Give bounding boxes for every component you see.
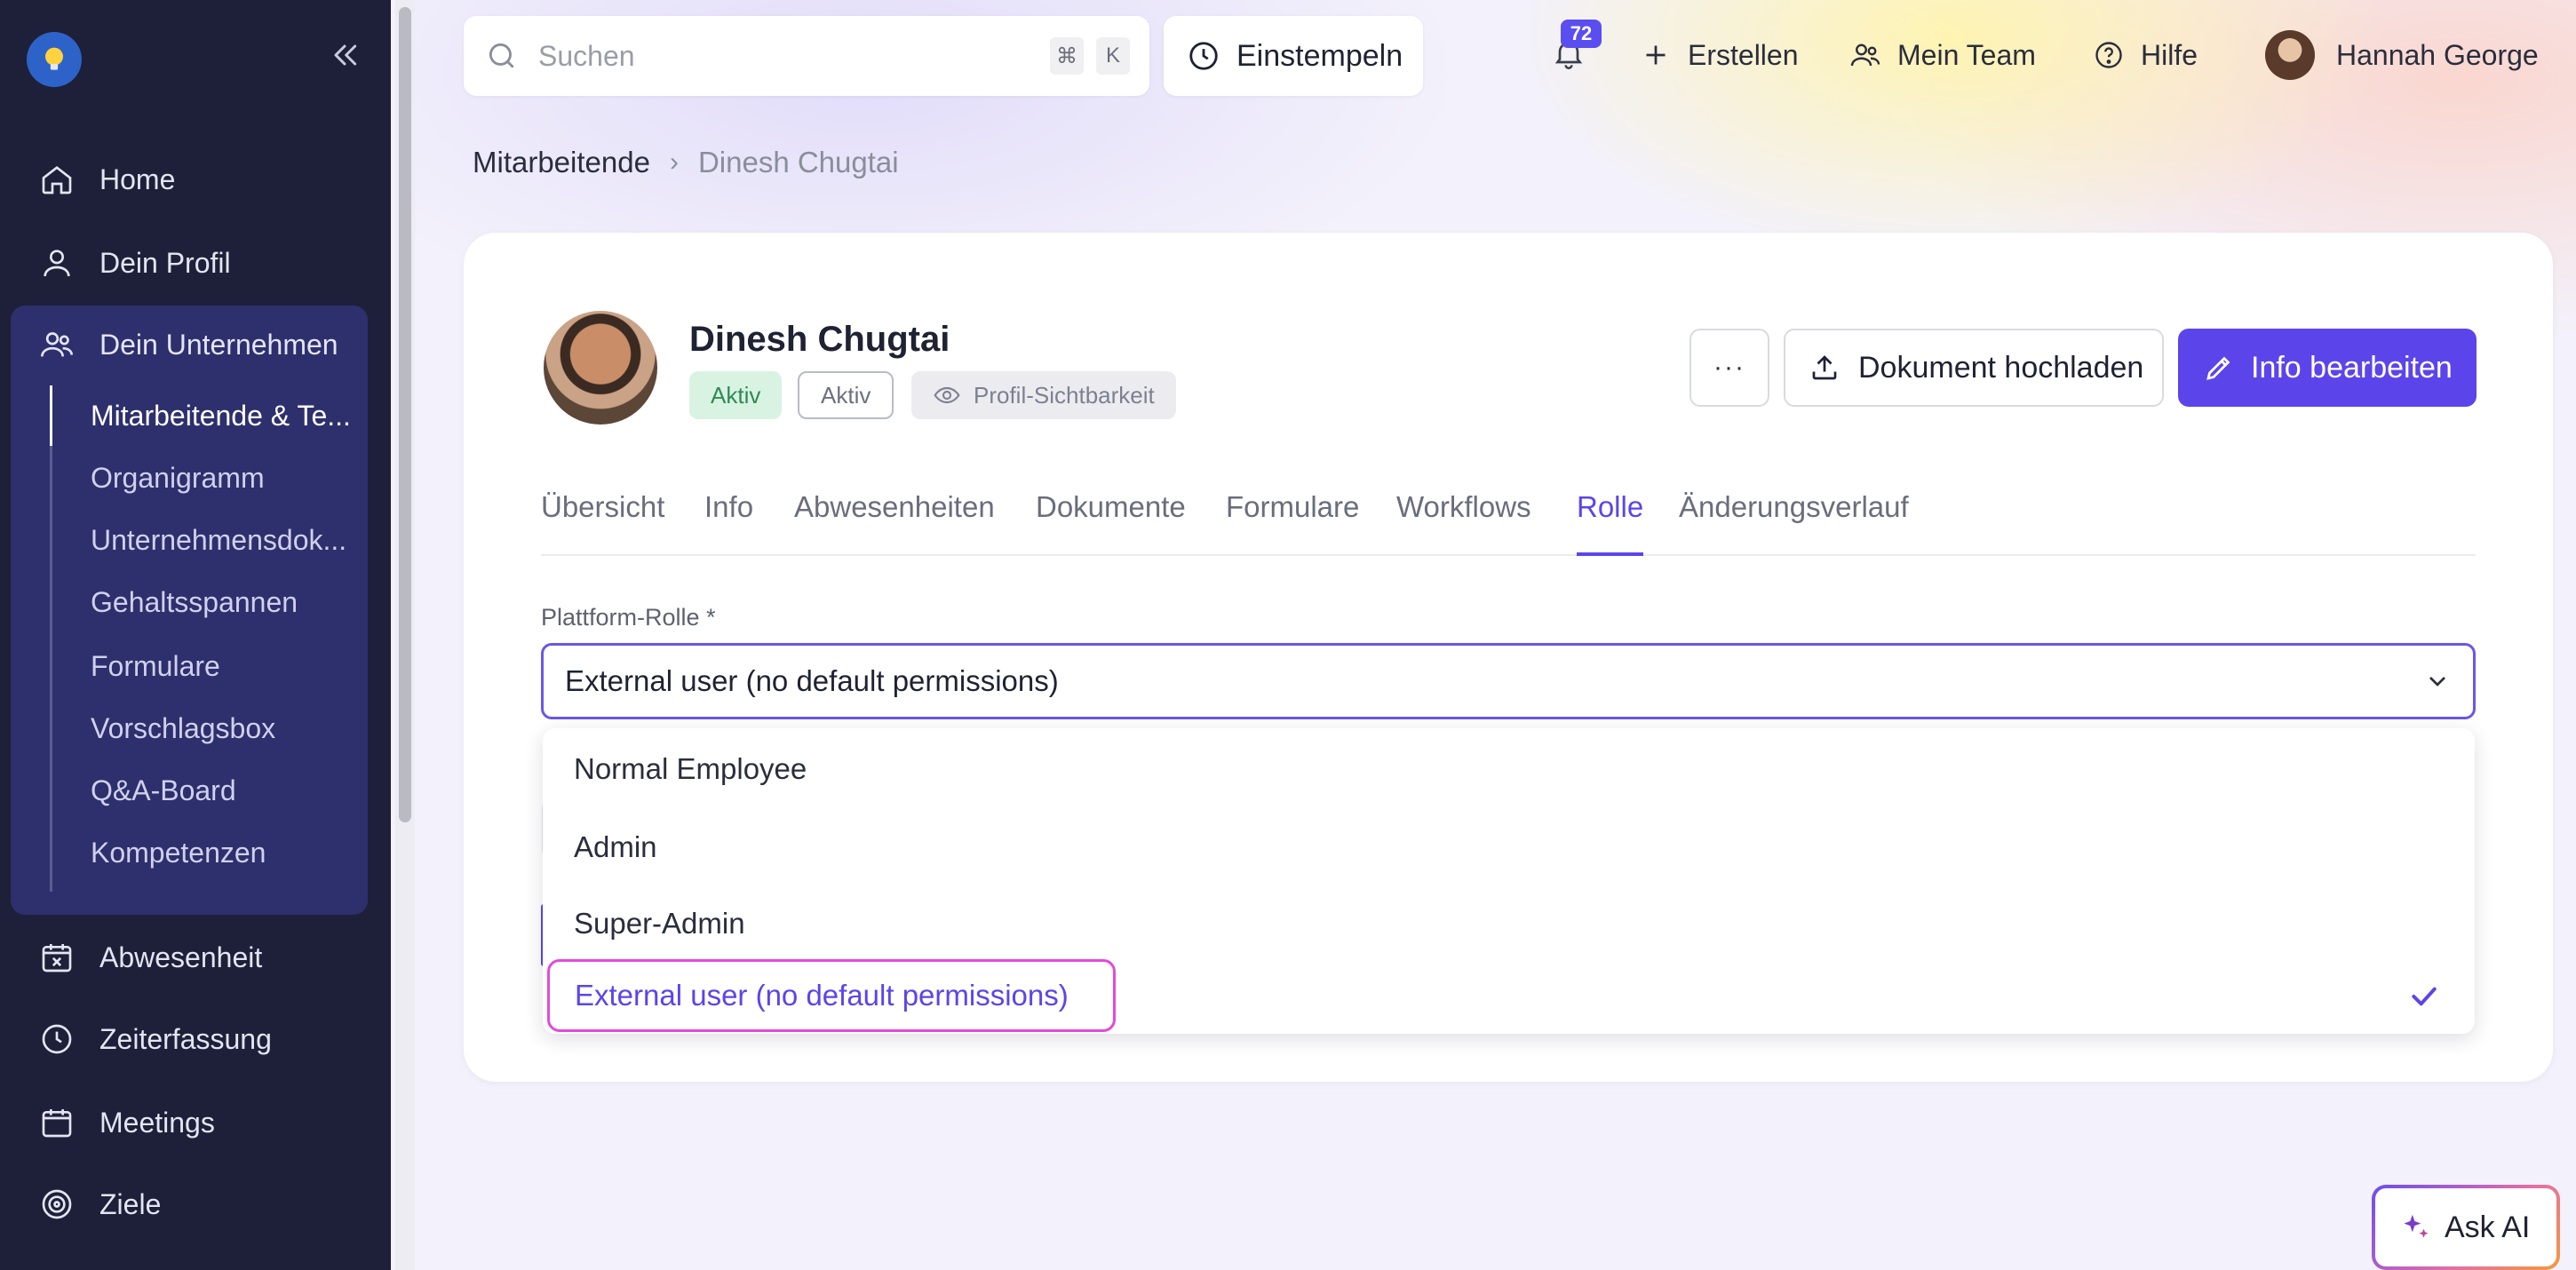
create-label: Erstellen [1688, 38, 1799, 71]
role-option-normal-employee[interactable]: Normal Employee [574, 734, 807, 805]
lightbulb-icon [45, 47, 63, 70]
sidebar-item-label: Meetings [99, 1106, 215, 1139]
tab-forms[interactable]: Formulare [1226, 483, 1359, 556]
users-icon [41, 332, 73, 357]
sidebar-subitem-company-docs[interactable]: Unternehmensdok... [91, 513, 346, 567]
help-label: Hilfe [2141, 38, 2198, 71]
sidebar-scrollbar[interactable] [395, 0, 415, 1270]
sidebar-subitem-salary-ranges[interactable]: Gehaltsspannen [91, 575, 298, 629]
employee-avatar [544, 311, 657, 425]
user-menu[interactable]: Hannah George [2336, 28, 2539, 82]
chevron-right-icon: › [669, 147, 679, 177]
my-team-label: Mein Team [1897, 38, 2036, 71]
search-icon [489, 43, 514, 68]
shortcut-k-key: K [1096, 37, 1130, 75]
check-icon [2412, 987, 2437, 1006]
user-name: Hannah George [2336, 38, 2539, 71]
clock-in-button[interactable]: Einstempeln [1164, 16, 1423, 96]
search-box[interactable]: ⌘ K [464, 16, 1149, 96]
profile-visibility-label: Profil-Sichtbarkeit [974, 381, 1155, 409]
notification-count-badge: 72 [1561, 20, 1602, 48]
tab-overview[interactable]: Übersicht [541, 483, 664, 556]
role-option-external-user[interactable]: External user (no default permissions) [547, 959, 1116, 1032]
sidebar-item-goals[interactable]: Ziele [39, 1178, 161, 1231]
collapse-sidebar-icon[interactable] [327, 37, 362, 73]
scrollbar-thumb[interactable] [399, 7, 411, 822]
sidebar-subitem-suggestion-box[interactable]: Vorschlagsbox [91, 702, 275, 755]
sidebar-item-label: Zeiterfassung [99, 1022, 272, 1055]
calendar-x-icon [42, 944, 72, 972]
sidebar-item-absence[interactable]: Abwesenheit [39, 931, 262, 984]
submenu-rail [50, 385, 52, 892]
sidebar-item-time-tracking[interactable]: Zeiterfassung [39, 1012, 272, 1066]
ask-ai-label: Ask AI [2445, 1210, 2531, 1244]
sidebar-item-label: Dein Unternehmen [99, 328, 338, 361]
role-option-super-admin[interactable]: Super-Admin [574, 888, 745, 959]
platform-role-value: External user (no default permissions) [565, 664, 1059, 697]
help-icon [2095, 42, 2122, 68]
sidebar-subitem-orgchart[interactable]: Organigramm [91, 451, 265, 504]
submenu-active-indicator [50, 385, 52, 446]
create-button[interactable]: Erstellen [1640, 28, 1799, 82]
platform-role-label: Plattform-Rolle * [541, 604, 716, 631]
upload-document-button[interactable]: Dokument hochladen [1784, 329, 2164, 407]
upload-icon [1812, 355, 1837, 380]
tab-change-history[interactable]: Änderungsverlauf [1679, 483, 1909, 556]
status-badge-outline[interactable]: Aktiv [798, 371, 894, 419]
employee-name: Dinesh Chugtai [689, 320, 950, 359]
tab-absences[interactable]: Abwesenheiten [794, 483, 995, 556]
role-dropdown-menu: Normal Employee Admin Super-Admin Extern… [543, 728, 2475, 1034]
eye-icon [934, 386, 960, 404]
target-icon [42, 1189, 72, 1219]
more-actions-button[interactable]: ··· [1690, 329, 1769, 407]
breadcrumb-current: Dinesh Chugtai [697, 146, 899, 179]
platform-role-select[interactable]: External user (no default permissions) [541, 643, 2476, 719]
sidebar-subitem-qa-board[interactable]: Q&A-Board [91, 764, 236, 817]
home-icon [42, 165, 72, 194]
clock-icon [42, 1024, 72, 1054]
tab-info[interactable]: Info [704, 483, 753, 556]
sparkle-icon [2404, 1214, 2429, 1238]
sidebar-subitem-employees[interactable]: Mitarbeitende & Te... [91, 389, 351, 442]
clock-icon [1189, 42, 1218, 70]
role-option-admin[interactable]: Admin [574, 812, 657, 883]
sidebar-item-label: Dein Profil [99, 246, 231, 279]
plus-icon [1646, 45, 1666, 65]
sidebar: Home Dein Profil Dein Unternehmen Mitarb… [0, 0, 391, 1270]
search-input[interactable] [538, 39, 1018, 73]
status-badge-active: Aktiv [689, 371, 783, 419]
sidebar-subitem-skills[interactable]: Kompetenzen [91, 826, 266, 879]
tab-role[interactable]: Rolle [1577, 483, 1644, 556]
ask-ai-button[interactable]: Ask AI [2372, 1185, 2560, 1270]
sidebar-item-company[interactable]: Dein Unternehmen [39, 318, 338, 371]
sidebar-item-label: Home [99, 163, 176, 195]
sidebar-item-home[interactable]: Home [39, 153, 175, 206]
users-icon [1850, 44, 1880, 67]
chevron-down-icon [2429, 677, 2445, 687]
sidebar-item-label: Abwesenheit [99, 941, 263, 973]
pencil-icon [2206, 356, 2230, 380]
user-avatar[interactable] [2265, 30, 2315, 80]
calendar-icon [42, 1109, 72, 1138]
help-button[interactable]: Hilfe [2093, 28, 2198, 82]
user-icon [44, 250, 70, 277]
sidebar-item-profile[interactable]: Dein Profil [39, 236, 231, 290]
breadcrumb-parent[interactable]: Mitarbeitende [473, 146, 650, 179]
sidebar-item-label: Ziele [99, 1187, 162, 1220]
company-logo[interactable] [27, 32, 82, 87]
profile-tabs: Übersicht Info Abwesenheiten Dokumente F… [541, 483, 2476, 556]
edit-info-label: Info bearbeiten [2251, 350, 2453, 385]
tab-documents[interactable]: Dokumente [1036, 483, 1186, 556]
my-team-button[interactable]: Mein Team [1849, 28, 2036, 82]
breadcrumb: Mitarbeitende › Dinesh Chugtai [473, 146, 899, 179]
sidebar-item-meetings[interactable]: Meetings [39, 1096, 215, 1149]
sidebar-subitem-forms[interactable]: Formulare [91, 639, 220, 693]
tab-workflows[interactable]: Workflows [1396, 483, 1531, 556]
profile-visibility-badge[interactable]: Profil-Sichtbarkeit [911, 371, 1176, 419]
shortcut-cmd-key: ⌘ [1050, 37, 1084, 75]
edit-info-button[interactable]: Info bearbeiten [2178, 329, 2477, 407]
clock-in-label: Einstempeln [1236, 38, 1403, 73]
upload-label: Dokument hochladen [1858, 350, 2144, 385]
